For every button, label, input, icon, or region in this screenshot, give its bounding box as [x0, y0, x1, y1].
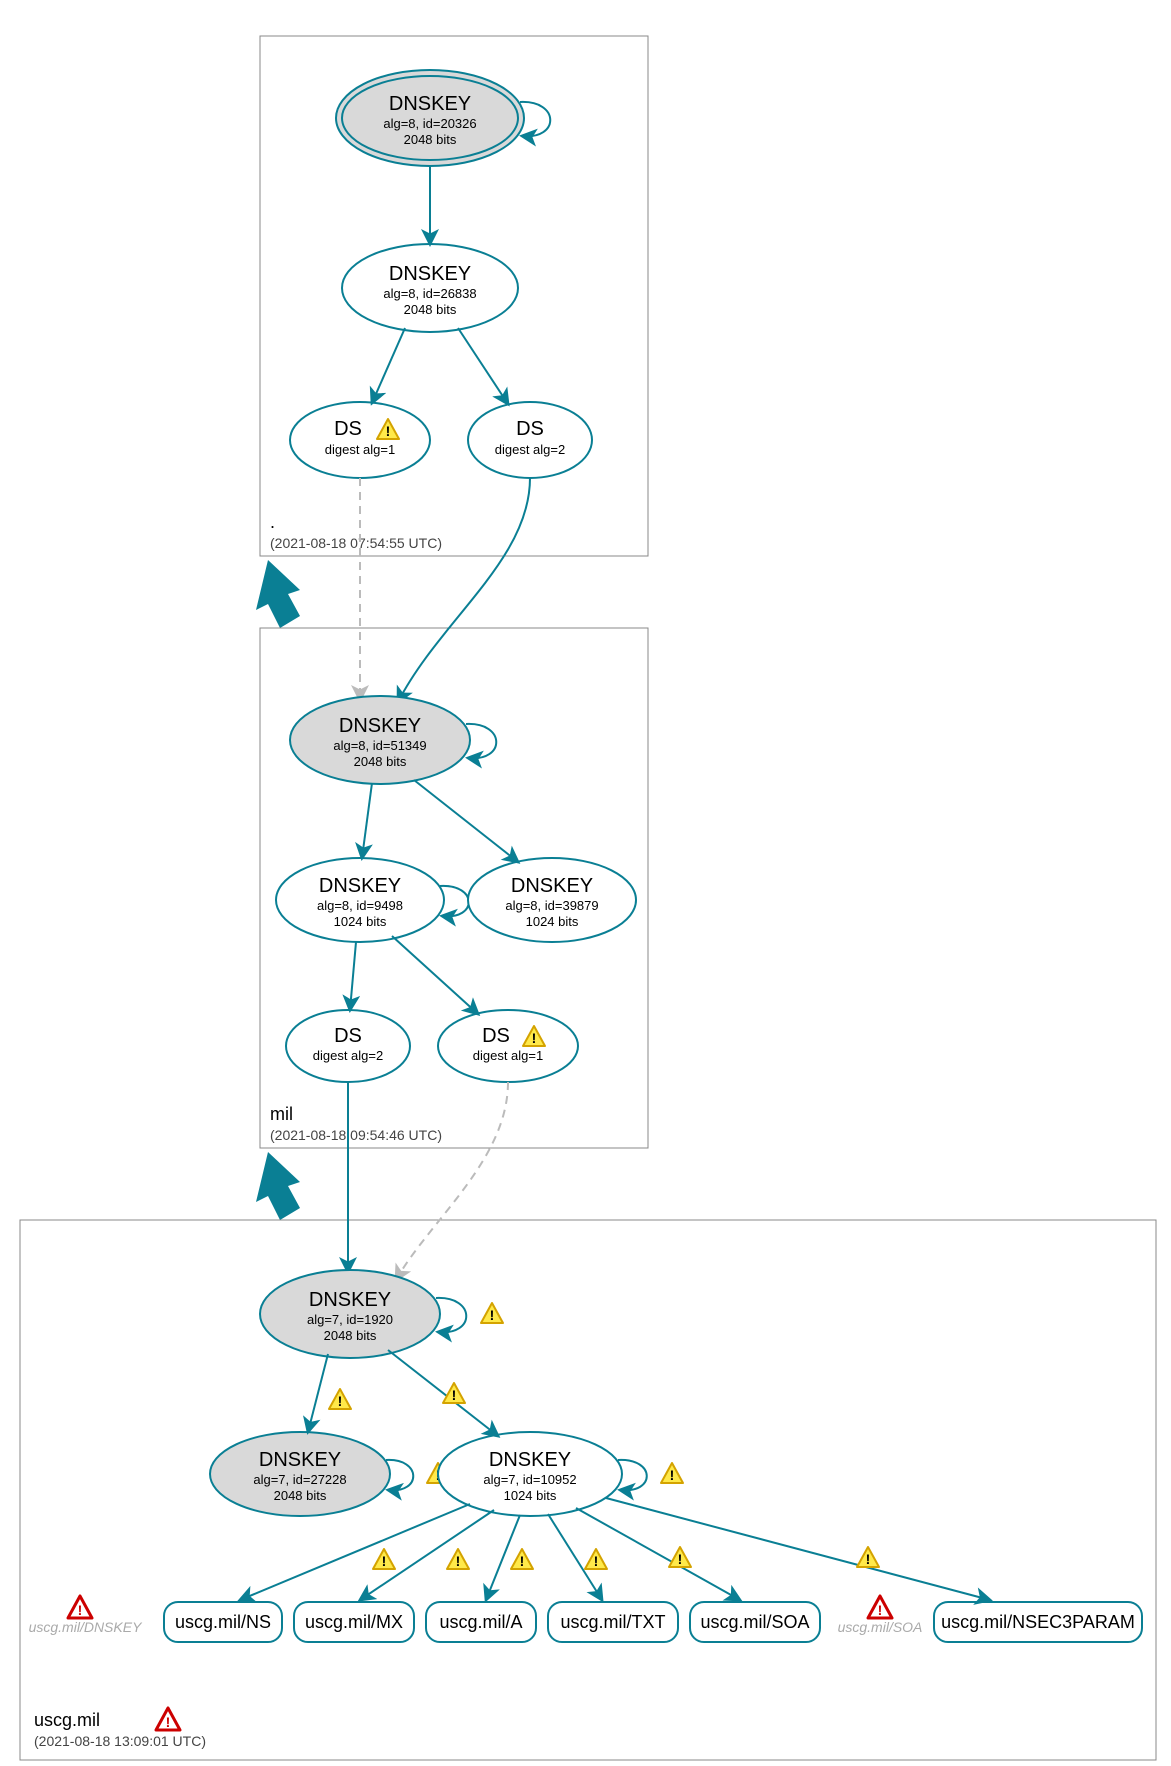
node-uscg-zsk2-sub1: alg=7, id=27228 [253, 1472, 346, 1487]
node-root-zsk-sub2: 2048 bits [404, 302, 457, 317]
node-root-ksk-sub2: 2048 bits [404, 132, 457, 147]
rrset-txt-label: uscg.mil/TXT [560, 1612, 665, 1632]
rrset-mx[interactable]: uscg.mil/MX [294, 1602, 414, 1642]
node-mil-zsk-sub2: 1024 bits [334, 914, 387, 929]
node-mil-ds1[interactable]: DS digest alg=1 [438, 1010, 578, 1082]
node-mil-zsk-sub1: alg=8, id=9498 [317, 898, 403, 913]
edge-mil-ksk-zsk2 [414, 780, 518, 862]
node-mil-ksk-sub1: alg=8, id=51349 [333, 738, 426, 753]
edge-mil-ksk-zsk [362, 783, 372, 858]
rrset-soa-label: uscg.mil/SOA [700, 1612, 809, 1632]
error-icon [68, 1596, 92, 1618]
warning-icon [443, 1383, 465, 1403]
edge-uscg-ksk-zsk2 [308, 1354, 328, 1432]
node-uscg-zsk-sub1: alg=7, id=10952 [483, 1472, 576, 1487]
zone-uscg-timestamp: (2021-08-18 13:09:01 UTC) [34, 1733, 206, 1749]
node-mil-zsk2[interactable]: DNSKEY alg=8, id=39879 1024 bits [468, 858, 636, 942]
warning-icon [481, 1303, 503, 1323]
ghost-dnskey-label: uscg.mil/DNSKEY [29, 1619, 143, 1635]
node-mil-zsk[interactable]: DNSKEY alg=8, id=9498 1024 bits [276, 858, 444, 942]
rrset-soa[interactable]: uscg.mil/SOA [690, 1602, 820, 1642]
edge-mil-zsk-ds1 [392, 936, 478, 1014]
zone-root: . (2021-08-18 07:54:55 UTC) DNSKEY alg=8… [260, 36, 648, 556]
edge-root-zsk-ds1 [372, 328, 405, 403]
rrset-ns-label: uscg.mil/NS [175, 1612, 271, 1632]
edge-zsk-nsec [606, 1498, 990, 1600]
node-root-ksk[interactable]: DNSKEY alg=8, id=20326 2048 bits [336, 70, 524, 166]
error-icon [156, 1708, 180, 1730]
zone-root-label: . [270, 512, 275, 532]
rrset-a-label: uscg.mil/A [439, 1612, 522, 1632]
node-root-ds1[interactable]: DS digest alg=1 [290, 402, 430, 478]
node-mil-ksk-sub2: 2048 bits [354, 754, 407, 769]
ghost-soa-label: uscg.mil/SOA [838, 1619, 923, 1635]
zone-mil: mil (2021-08-18 09:54:46 UTC) DNSKEY alg… [260, 478, 648, 1148]
ghost-dnskey: uscg.mil/DNSKEY [29, 1596, 143, 1635]
warning-icon [857, 1547, 879, 1567]
node-uscg-zsk2[interactable]: DNSKEY alg=7, id=27228 2048 bits [210, 1432, 390, 1516]
node-mil-zsk2-title: DNSKEY [511, 875, 593, 897]
rrset-ns[interactable]: uscg.mil/NS [164, 1602, 282, 1642]
node-mil-ds2-title: DS [334, 1025, 362, 1047]
node-uscg-zsk2-sub2: 2048 bits [274, 1488, 327, 1503]
edge-rootds2-milksk [398, 478, 530, 702]
node-uscg-ksk-sub2: 2048 bits [324, 1328, 377, 1343]
zone-root-timestamp: (2021-08-18 07:54:55 UTC) [270, 535, 442, 551]
warning-icon [661, 1463, 683, 1483]
warning-icon [373, 1549, 395, 1569]
rrset-nsec3param[interactable]: uscg.mil/NSEC3PARAM [934, 1602, 1142, 1642]
node-uscg-ksk-sub1: alg=7, id=1920 [307, 1312, 393, 1327]
ghost-soa: uscg.mil/SOA [838, 1596, 923, 1635]
node-mil-ds1-title: DS [482, 1025, 510, 1047]
node-uscg-ksk-title: DNSKEY [309, 1289, 391, 1311]
edge-root-zsk-ds2 [458, 328, 508, 404]
node-mil-ksk-title: DNSKEY [339, 715, 421, 737]
warning-icon [585, 1549, 607, 1569]
node-mil-zsk2-sub1: alg=8, id=39879 [505, 898, 598, 913]
delegation-arrow-root-mil [256, 560, 300, 628]
warning-icon [511, 1549, 533, 1569]
node-uscg-ksk[interactable]: DNSKEY alg=7, id=1920 2048 bits [260, 1270, 440, 1358]
node-uscg-zsk[interactable]: DNSKEY alg=7, id=10952 1024 bits [438, 1432, 622, 1516]
node-root-ds1-title: DS [334, 418, 362, 440]
edge-zsk-a [486, 1515, 520, 1600]
rrset-mx-label: uscg.mil/MX [305, 1612, 403, 1632]
node-uscg-zsk-sub2: 1024 bits [504, 1488, 557, 1503]
rrset-nsec-label: uscg.mil/NSEC3PARAM [941, 1612, 1135, 1632]
node-mil-zsk2-sub2: 1024 bits [526, 914, 579, 929]
zone-uscg-label: uscg.mil [34, 1710, 100, 1730]
node-root-zsk[interactable]: DNSKEY alg=8, id=26838 2048 bits [342, 244, 518, 332]
node-root-ds2-sub: digest alg=2 [495, 442, 565, 457]
edge-uscg-ksk-zsk [388, 1350, 498, 1436]
node-mil-ds1-sub: digest alg=1 [473, 1048, 543, 1063]
zone-mil-label: mil [270, 1104, 293, 1124]
node-mil-ksk[interactable]: DNSKEY alg=8, id=51349 2048 bits [290, 696, 470, 784]
delegation-arrow-mil-uscg [256, 1152, 300, 1220]
node-uscg-zsk2-title: DNSKEY [259, 1449, 341, 1471]
node-root-ksk-sub1: alg=8, id=20326 [383, 116, 476, 131]
rrset-txt[interactable]: uscg.mil/TXT [548, 1602, 678, 1642]
node-mil-ds2-sub: digest alg=2 [313, 1048, 383, 1063]
node-root-ds1-sub: digest alg=1 [325, 442, 395, 457]
edge-mil-zsk-ds2 [350, 942, 356, 1010]
edge-zsk-soa [576, 1508, 740, 1600]
node-root-ds2[interactable]: DS digest alg=2 [468, 402, 592, 478]
node-mil-ds2[interactable]: DS digest alg=2 [286, 1010, 410, 1082]
warning-icon [669, 1547, 691, 1567]
zone-mil-timestamp: (2021-08-18 09:54:46 UTC) [270, 1127, 442, 1143]
warning-icon [447, 1549, 469, 1569]
node-root-ksk-title: DNSKEY [389, 93, 471, 115]
edge-zsk-ns [240, 1504, 470, 1600]
node-mil-zsk-title: DNSKEY [319, 875, 401, 897]
edge-milds1-uscgksk [396, 1082, 508, 1280]
rrset-a[interactable]: uscg.mil/A [426, 1602, 536, 1642]
node-root-ds2-title: DS [516, 418, 544, 440]
zone-uscg: uscg.mil (2021-08-18 13:09:01 UTC) DNSKE… [20, 1082, 1156, 1760]
node-uscg-zsk-title: DNSKEY [489, 1449, 571, 1471]
warning-icon [329, 1389, 351, 1409]
node-root-zsk-sub1: alg=8, id=26838 [383, 286, 476, 301]
node-root-zsk-title: DNSKEY [389, 263, 471, 285]
error-icon [868, 1596, 892, 1618]
